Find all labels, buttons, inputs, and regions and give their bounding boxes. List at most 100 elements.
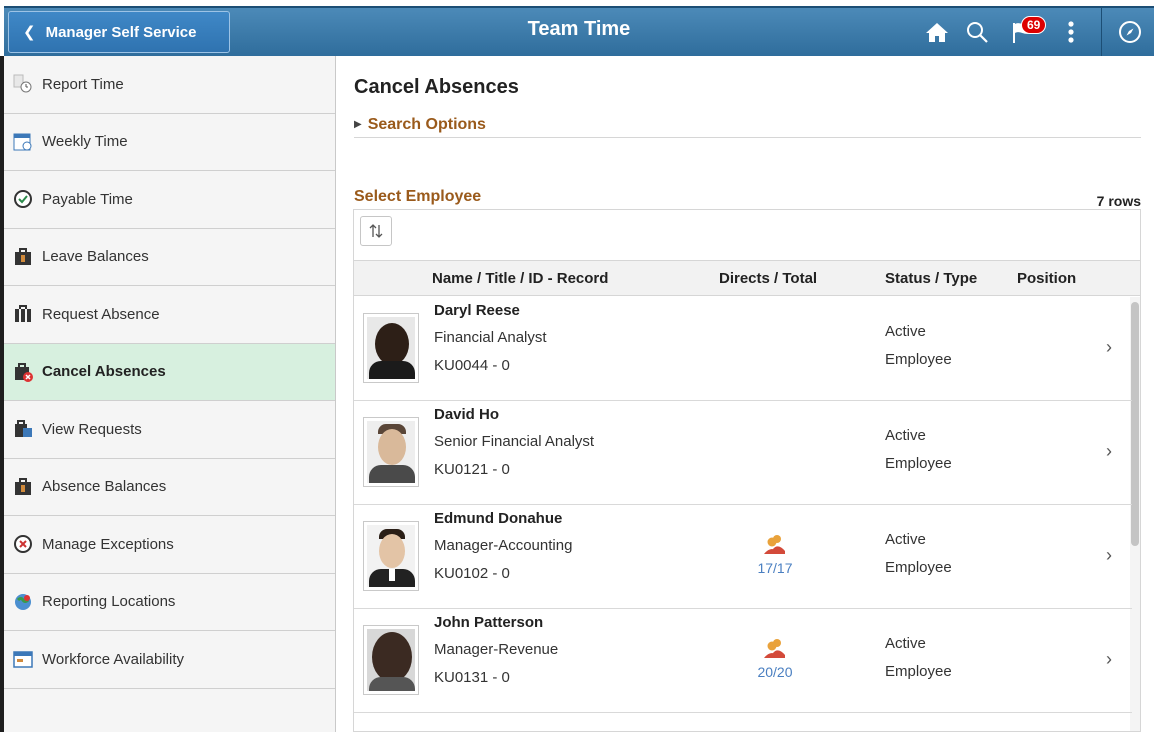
sidebar-item-view-requests[interactable]: View Requests	[4, 401, 335, 459]
absence-balances-icon	[12, 476, 34, 498]
page-title: Cancel Absences	[354, 76, 519, 98]
notification-flag-icon[interactable]: 69	[997, 12, 1051, 52]
employee-type: Employee	[885, 663, 952, 680]
sidebar-item-label: Payable Time	[42, 190, 133, 208]
employee-title: Financial Analyst	[434, 329, 547, 346]
workforce-availability-icon	[12, 648, 34, 670]
home-icon[interactable]	[917, 12, 957, 52]
expand-triangle-icon: ▶	[354, 119, 362, 130]
view-requests-icon	[12, 418, 34, 440]
scrollbar-thumb[interactable]	[1131, 302, 1139, 546]
employee-name: John Patterson	[434, 614, 544, 631]
employee-status: Active	[885, 427, 926, 444]
sidebar-item-weekly-time[interactable]: Weekly Time	[4, 114, 335, 171]
sidebar-item-label: View Requests	[42, 420, 142, 438]
employee-id: KU0102 - 0	[434, 565, 510, 582]
sidebar-item-absence-balances[interactable]: Absence Balances	[4, 459, 335, 516]
leave-balances-icon	[12, 246, 34, 268]
chevron-right-icon[interactable]: ›	[1106, 337, 1112, 358]
employee-title: Manager-Accounting	[434, 537, 573, 554]
table-row[interactable]: Edmund Donahue Manager-Accounting KU0102…	[354, 505, 1132, 609]
sidebar-item-payable-time[interactable]: Payable Time	[4, 171, 335, 229]
notification-count-badge: 69	[1021, 16, 1047, 34]
reporting-locations-icon	[12, 591, 34, 613]
sidebar-item-cancel-absences[interactable]: Cancel Absences	[4, 343, 335, 401]
column-name: Name / Title / ID - Record	[432, 270, 609, 287]
sidebar-item-label: Weekly Time	[42, 133, 128, 151]
sort-button[interactable]	[360, 216, 392, 246]
employee-title: Manager-Revenue	[434, 641, 559, 658]
grid-column-header: Name / Title / ID - Record Directs / Tot…	[354, 260, 1140, 296]
employee-status: Active	[885, 531, 926, 548]
sidebar-item-manage-exceptions[interactable]: Manage Exceptions	[4, 516, 335, 574]
sidebar-item-label: Report Time	[42, 75, 124, 93]
sidebar-item-report-time[interactable]: Report Time	[4, 56, 335, 114]
top-header: ❮ Manager Self Service Team Time 69	[0, 0, 1154, 60]
chevron-right-icon[interactable]: ›	[1106, 545, 1112, 566]
manage-exceptions-icon	[12, 533, 34, 555]
employee-photo	[363, 521, 419, 591]
team-icon	[764, 639, 785, 658]
employee-grid: Name / Title / ID - Record Directs / Tot…	[353, 209, 1141, 732]
column-position: Position	[1017, 270, 1077, 287]
sidebar-item-label: Reporting Locations	[42, 593, 176, 611]
navbar-compass-icon[interactable]	[1110, 12, 1150, 52]
search-options-label: Search Options	[367, 116, 486, 133]
sidebar-item-label: Cancel Absences	[42, 363, 166, 381]
payable-time-icon	[12, 188, 34, 210]
column-directs: Directs / Total	[719, 270, 818, 287]
sidebar-item-request-absence[interactable]: Request Absence	[4, 286, 335, 344]
chevron-right-icon[interactable]: ›	[1106, 441, 1112, 462]
header-separator	[1101, 8, 1102, 56]
back-button[interactable]: ❮ Manager Self Service	[8, 11, 230, 53]
sidebar-item-leave-balances[interactable]: Leave Balances	[4, 229, 335, 286]
sidebar-item-label: Absence Balances	[42, 478, 167, 496]
more-actions-icon[interactable]	[1051, 12, 1091, 52]
sidebar-item-label: Manage Exceptions	[42, 535, 174, 553]
weekly-time-icon	[12, 131, 34, 153]
search-options-toggle[interactable]: ▶ Search Options	[354, 116, 1141, 138]
sidebar-item-label: Leave Balances	[42, 248, 149, 266]
employee-status: Active	[885, 323, 926, 340]
directs-count-link[interactable]: 17/17	[750, 560, 800, 576]
employee-type: Employee	[885, 455, 952, 472]
employee-id: KU0131 - 0	[434, 669, 510, 686]
employee-id: KU0121 - 0	[434, 461, 510, 478]
sidebar-item-label: Workforce Availability	[42, 650, 185, 668]
employee-type: Employee	[885, 351, 952, 368]
select-employee-heading: Select Employee	[354, 188, 482, 205]
employee-title: Senior Financial Analyst	[434, 433, 595, 450]
employee-status: Active	[885, 635, 926, 652]
search-icon[interactable]	[957, 12, 997, 52]
sidebar-nav: Report Time Weekly Time Payable Time Lea…	[0, 56, 336, 732]
row-count: 7 rows	[1096, 193, 1141, 209]
table-row[interactable]: David Ho Senior Financial Analyst KU0121…	[354, 401, 1132, 505]
request-absence-icon	[12, 303, 34, 325]
column-status: Status / Type	[885, 270, 978, 287]
main-content: Cancel Absences ▶ Search Options Select E…	[336, 56, 1154, 732]
sidebar-item-workforce-availability[interactable]: Workforce Availability	[4, 631, 335, 689]
sidebar-item-label: Request Absence	[42, 305, 160, 323]
sort-arrows-icon	[369, 224, 383, 238]
chevron-left-icon: ❮	[23, 24, 36, 41]
table-row[interactable]: Daryl Reese Financial Analyst KU0044 - 0…	[354, 297, 1132, 401]
report-time-icon	[12, 73, 34, 95]
employee-photo	[363, 625, 419, 695]
directs-cell[interactable]: 20/20	[750, 637, 800, 680]
employee-id: KU0044 - 0	[434, 357, 510, 374]
table-row[interactable]: John Patterson Manager-Revenue KU0131 - …	[354, 609, 1132, 713]
employee-photo	[363, 313, 419, 383]
sidebar-item-reporting-locations[interactable]: Reporting Locations	[4, 574, 335, 631]
directs-cell[interactable]: 17/17	[750, 533, 800, 576]
employee-name: Daryl Reese	[434, 302, 520, 319]
employee-type: Employee	[885, 559, 952, 576]
directs-count-link[interactable]: 20/20	[750, 664, 800, 680]
header-actions: 69	[917, 8, 1154, 56]
employee-name: Edmund Donahue	[434, 510, 563, 527]
cancel-absences-icon	[12, 361, 34, 383]
header-banner: ❮ Manager Self Service Team Time 69	[4, 6, 1154, 56]
employee-name: David Ho	[434, 406, 500, 423]
chevron-right-icon[interactable]: ›	[1106, 649, 1112, 670]
back-button-label: Manager Self Service	[45, 23, 197, 41]
employee-photo	[363, 417, 419, 487]
